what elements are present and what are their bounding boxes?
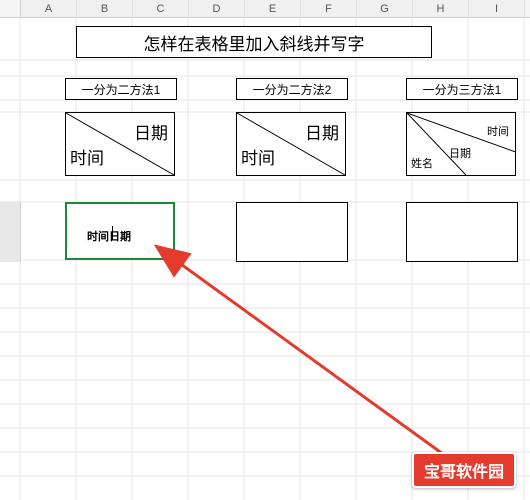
subheader-b-text: 一分为二方法2 [253,81,332,98]
diagonal-cell-b[interactable]: 日期 时间 [236,112,346,176]
editing-text: 时间日期 [87,228,131,244]
diag-c-top-label: 时间 [487,123,509,139]
diag-c-bottom-label: 姓名 [411,155,433,171]
subheader-c-text: 一分为三方法1 [423,81,502,98]
subheader-method-c[interactable]: 一分为三方法1 [406,78,518,100]
watermark-badge: 宝哥软件园 [412,452,516,488]
diag-b-bottom-label: 时间 [241,144,275,169]
spreadsheet-area: A B C D E F G H I [0,0,530,500]
empty-cell-b[interactable] [236,202,348,262]
diagonal-cell-a[interactable]: 日期 时间 [65,112,175,176]
text-cursor [112,226,113,240]
diag-c-mid-label: 日期 [449,145,471,161]
page-title-cell[interactable]: 怎样在表格里加入斜线并写字 [76,26,432,58]
watermark-text: 宝哥软件园 [424,464,504,481]
diagonal-cell-c[interactable]: 时间 日期 姓名 [406,112,516,176]
subheader-method-b[interactable]: 一分为二方法2 [236,78,348,100]
subheader-a-text: 一分为二方法1 [82,81,161,98]
subheader-method-a[interactable]: 一分为二方法1 [65,78,177,100]
fill-handle[interactable] [170,255,176,261]
diag-b-top-label: 日期 [305,119,339,144]
page-title-text: 怎样在表格里加入斜线并写字 [144,30,365,55]
active-edit-cell[interactable]: 时间日期 [65,202,175,260]
diag-a-bottom-label: 时间 [70,144,104,169]
diag-a-top-label: 日期 [134,119,168,144]
empty-cell-c[interactable] [406,202,518,262]
